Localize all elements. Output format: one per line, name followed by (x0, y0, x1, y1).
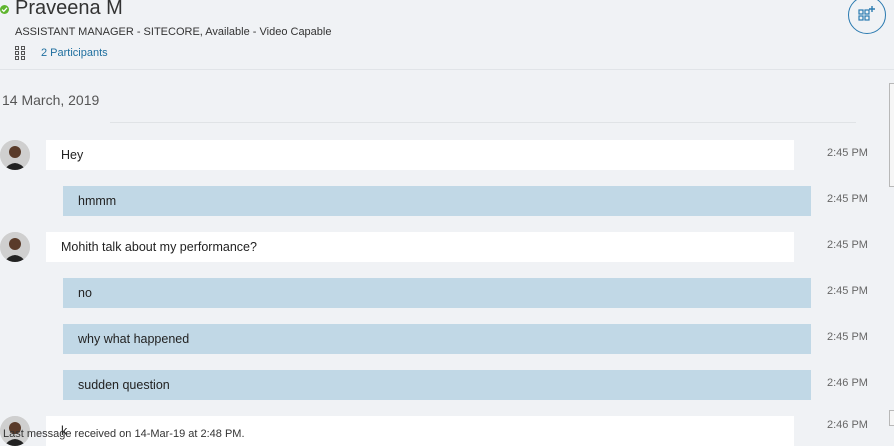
scrollbar-thumb[interactable] (889, 83, 894, 187)
message-time: 2:45 PM (827, 239, 868, 251)
conversation-date: 14 March, 2019 (2, 92, 100, 108)
avatar[interactable] (0, 232, 30, 262)
participants-link[interactable]: 2 Participants (15, 46, 108, 60)
participants-label[interactable]: 2 Participants (41, 47, 108, 59)
message-time: 2:45 PM (827, 147, 868, 159)
scrollbar-track-end[interactable] (889, 410, 894, 426)
message-time: 2:45 PM (827, 285, 868, 297)
message-bubble-outgoing[interactable]: why what happened (63, 324, 811, 354)
last-message-status: Last message received on 14-Mar-19 at 2:… (3, 428, 245, 440)
message-time: 2:46 PM (827, 419, 868, 431)
message-bubble-incoming[interactable]: Mohith talk about my performance? (46, 232, 794, 262)
participants-icon (15, 46, 25, 60)
message-bubble-outgoing[interactable]: sudden question (63, 370, 811, 400)
contact-name[interactable]: Praveena M (15, 0, 123, 20)
add-participant-button[interactable] (848, 0, 886, 34)
date-divider (110, 122, 856, 123)
message-bubble-incoming[interactable]: Hey (46, 140, 794, 170)
message-time: 2:46 PM (827, 377, 868, 389)
avatar[interactable] (0, 140, 30, 170)
add-participant-icon (858, 6, 875, 21)
message-time: 2:45 PM (827, 193, 868, 205)
message-bubble-outgoing[interactable]: hmmm (63, 186, 811, 216)
presence-available-icon (0, 5, 9, 14)
message-time: 2:45 PM (827, 331, 868, 343)
message-bubble-outgoing[interactable]: no (63, 278, 811, 308)
conversation-header: Praveena M ASSISTANT MANAGER - SITECORE,… (0, 0, 894, 70)
contact-status: ASSISTANT MANAGER - SITECORE, Available … (15, 26, 332, 38)
